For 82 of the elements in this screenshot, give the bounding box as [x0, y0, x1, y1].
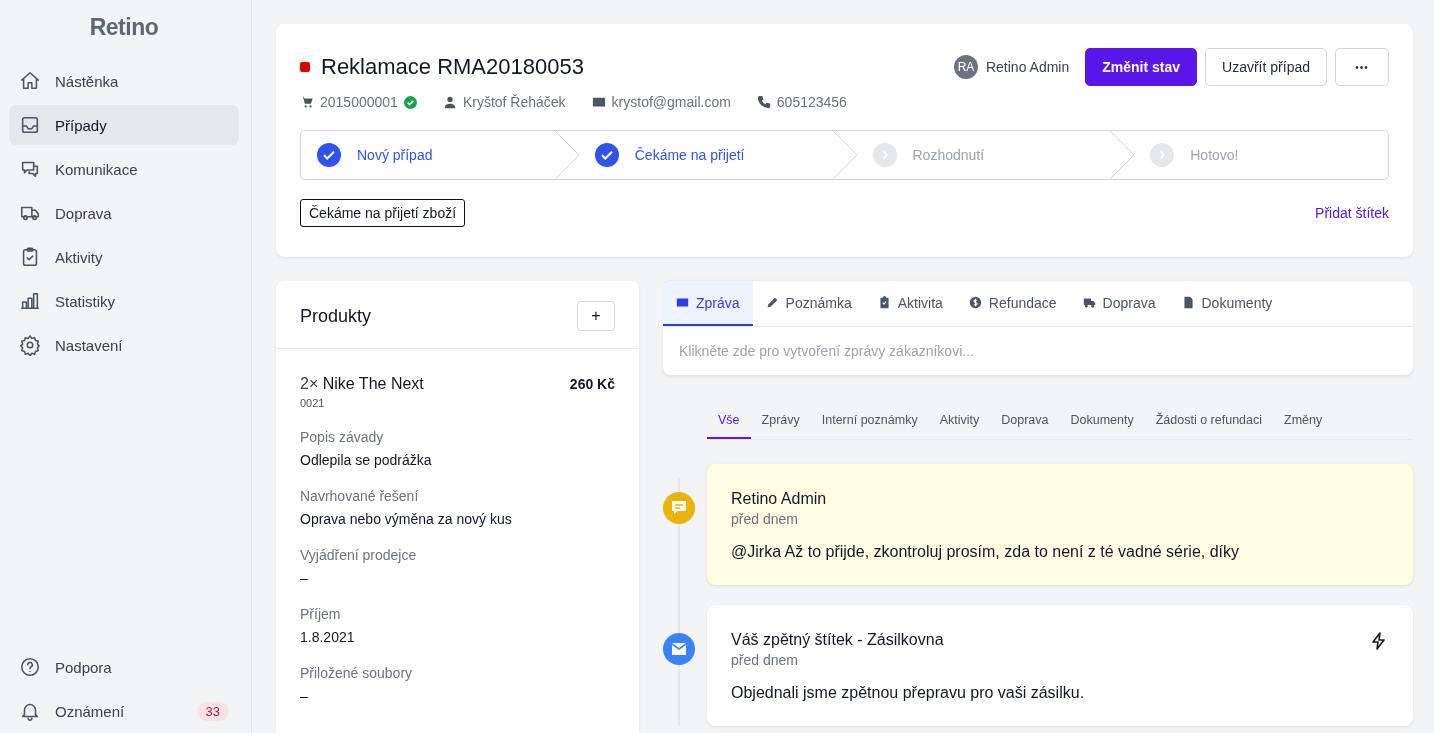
clipboard-icon [877, 296, 891, 309]
entry-title: Retino Admin [731, 490, 827, 508]
note-icon [663, 492, 695, 524]
cart-icon [300, 95, 314, 109]
document-icon [1181, 296, 1195, 309]
logo: Retino [88, 14, 160, 41]
nav-item[interactable]: Nastavení [9, 325, 239, 365]
field-value: 1.8.2021 [300, 629, 356, 645]
nav-item[interactable]: Aktivity [9, 237, 239, 277]
home-icon [19, 70, 41, 92]
avatar: RA [953, 55, 978, 79]
pencil-icon [765, 296, 779, 309]
field-label: Popis závady [300, 429, 385, 445]
filter-tab[interactable]: Aktivity [928, 403, 991, 439]
field-label: Vyjádření prodejce [300, 547, 418, 563]
composer-tab[interactable]: Doprava [1069, 281, 1169, 326]
filter-tab[interactable]: Žádosti o refundaci [1144, 403, 1274, 439]
customer-email: krystof@gmail.com [611, 94, 731, 110]
filter-tab[interactable]: Zprávy [750, 403, 811, 439]
filter-tab[interactable]: Změny [1273, 403, 1334, 439]
progress-step: Hotovo! [1134, 131, 1388, 179]
composer-tab[interactable]: Poznámka [752, 281, 865, 326]
entry-text: @Jirka Až to přijde, zkontroluj prosím, zda to není z té vadné série, díky [731, 543, 1241, 561]
notification-count: 33 [196, 701, 229, 721]
bar-chart-icon [19, 290, 41, 312]
composer-tab[interactable]: Refundace [955, 281, 1070, 326]
field-value: – [300, 570, 309, 586]
assignee-name: Retino Admin [985, 59, 1070, 75]
field-label: Přiložené soubory [300, 665, 414, 681]
entry-time: před dnem [731, 652, 799, 668]
case-title: Reklamace RMA20180053 [321, 54, 584, 80]
entry-time: před dnem [731, 511, 799, 527]
products-title: Produkty [300, 305, 372, 327]
customer-phone: 605123456 [776, 94, 847, 110]
entry-text: Objednali jsme zpětnou přepravu pro vaši zásilku. [731, 684, 1086, 702]
nav-item[interactable]: Případy [9, 105, 239, 145]
field-value: Odlepila se podrážka [300, 452, 433, 468]
progress-step: Rozhodnutí [856, 131, 1111, 179]
help-icon [19, 656, 41, 678]
filter-tab[interactable]: Dokumenty [1059, 403, 1145, 439]
composer-tab[interactable]: Zpráva [663, 281, 753, 326]
change-status-button[interactable]: Změnit stav [1085, 48, 1198, 86]
entry-title: Váš zpětný štítek - Zásilkovna [731, 631, 944, 649]
filter-tab[interactable]: Vše [707, 403, 751, 439]
close-case-button[interactable]: Uzavřít případ [1205, 48, 1327, 86]
settings-icon [19, 334, 41, 356]
order-number: 2015000001 [320, 94, 398, 110]
add-tag-link[interactable]: Přidat štítek [1315, 205, 1389, 221]
progress-step: Nový případ [301, 131, 555, 179]
phone-icon [756, 95, 771, 109]
product-code: 0021 [300, 397, 326, 409]
field-value: – [300, 688, 309, 704]
truck-icon [1082, 296, 1096, 309]
filter-tab[interactable]: Doprava [990, 403, 1060, 439]
check-circle-icon [594, 143, 619, 167]
person-icon [442, 95, 457, 109]
chevron-circle-icon [1150, 143, 1175, 167]
nav-item[interactable]: Oznámení 33 [9, 691, 239, 731]
filter-tab[interactable]: Interní poznámky [810, 403, 929, 439]
field-value: Oprava nebo výměna za nový kus [300, 511, 513, 527]
product-price: 260 Kč [569, 376, 615, 392]
field-label: Příjem [300, 606, 342, 622]
progress-step: Čekáme na přijetí [578, 131, 833, 179]
nav-item[interactable]: Podpora [9, 647, 239, 687]
composer-tab[interactable]: Dokumenty [1168, 281, 1286, 326]
nav-item[interactable]: Nástěnka [9, 61, 239, 101]
add-product-button[interactable]: + [577, 301, 615, 331]
chevron-circle-icon [872, 143, 897, 167]
check-circle-icon [317, 143, 341, 167]
status-tag: Čekáme na přijetí zboží [300, 199, 466, 227]
customer-name: Kryštof Řeháček [462, 94, 566, 110]
nav-item[interactable]: Komunikace [9, 149, 239, 189]
inbox-icon [19, 114, 41, 136]
nav-item[interactable]: Statistiky [9, 281, 239, 321]
product-name: 2× Nike The Next [300, 375, 424, 393]
composer-tab[interactable]: Aktivita [864, 281, 956, 326]
dollar-icon [968, 296, 982, 309]
message-input[interactable]: Klikněte zde pro vytvoření zprávy zákazníkovi... [663, 327, 1413, 375]
more-button[interactable]: ••• [1335, 48, 1389, 86]
nav-item[interactable]: Doprava [9, 193, 239, 233]
field-label: Navrhované řešení [300, 488, 420, 504]
status-indicator [300, 62, 310, 72]
